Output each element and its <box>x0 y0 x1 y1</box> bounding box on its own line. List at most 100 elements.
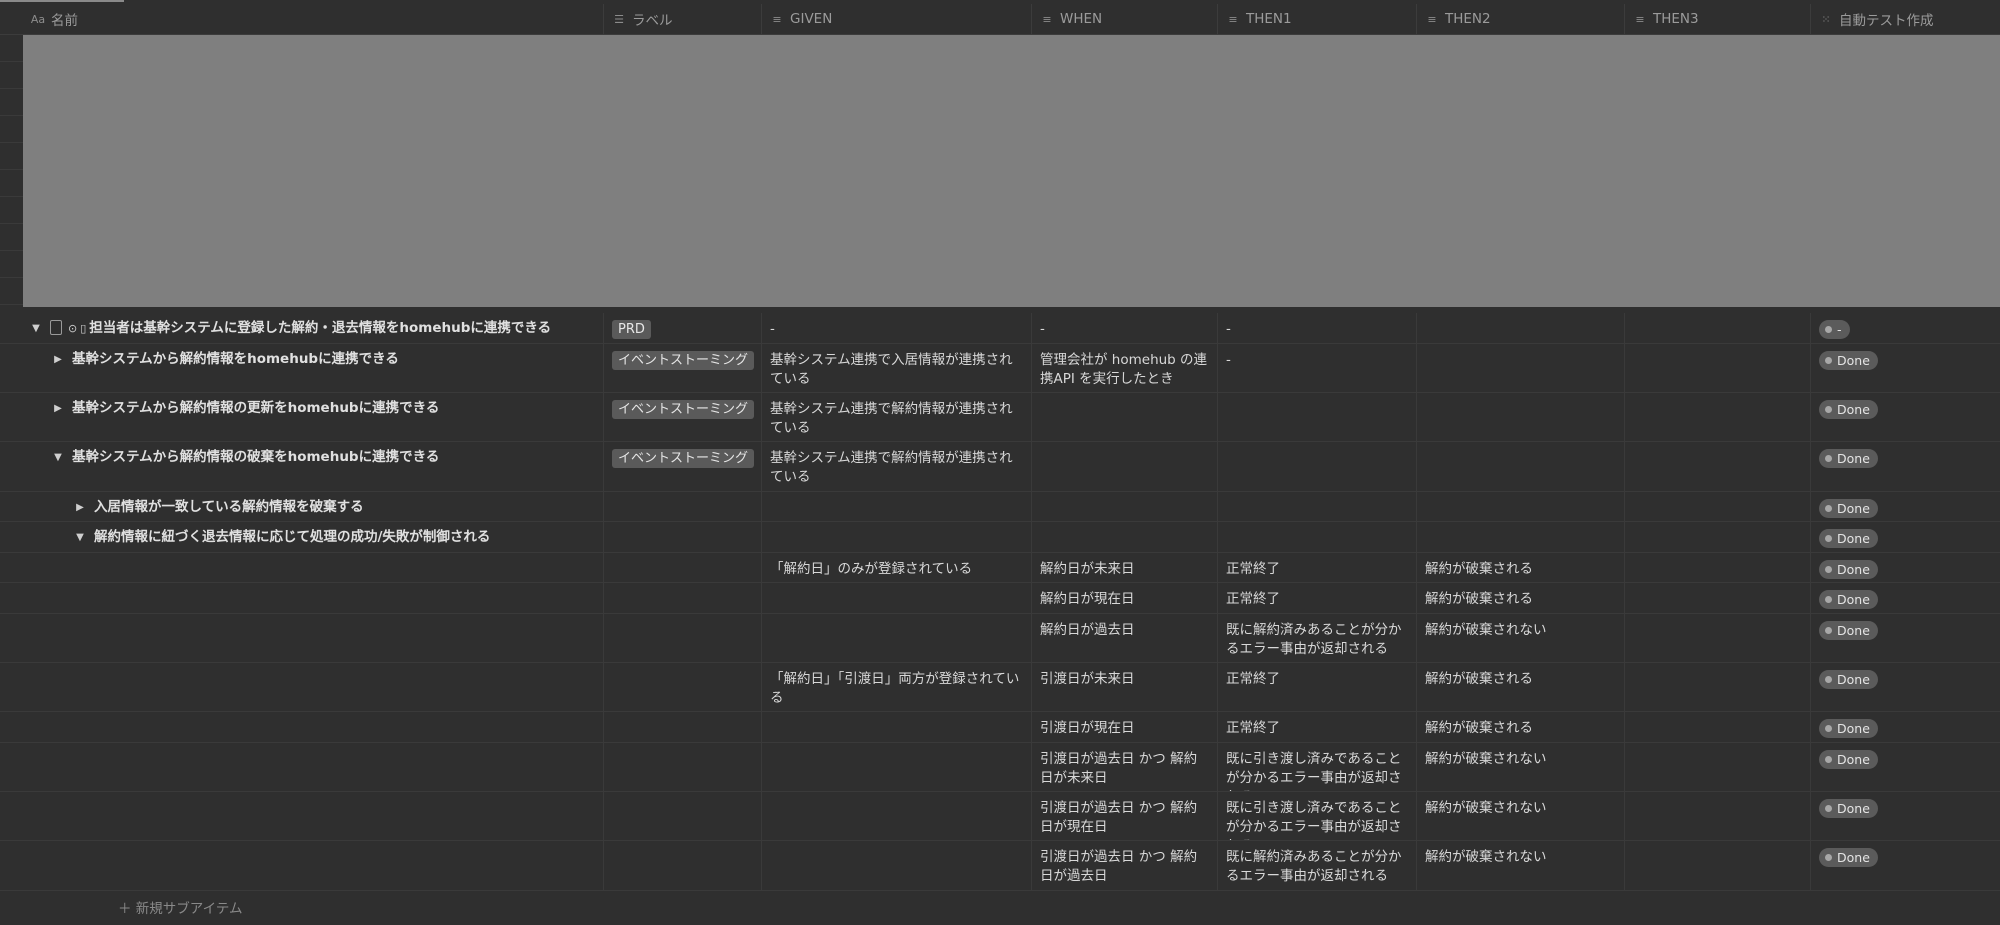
name-cell[interactable] <box>0 792 604 840</box>
row-title[interactable]: 基幹システムから解約情報をhomehubに連携できる <box>72 350 399 369</box>
name-cell[interactable]: ▶ 基幹システムから解約情報をhomehubに連携できる <box>0 344 604 392</box>
when-cell[interactable]: 引渡日が過去日 かつ 解約日が過去日 <box>1032 841 1218 890</box>
label-cell[interactable] <box>604 583 762 613</box>
given-cell[interactable] <box>762 792 1032 840</box>
then1-cell[interactable]: 正常終了 <box>1218 553 1417 582</box>
table-row[interactable]: 解約日が現在日 正常終了 解約が破棄される Done <box>0 583 2000 614</box>
given-cell[interactable]: 基幹システム連携で解約情報が連携されている <box>762 442 1032 491</box>
name-cell[interactable] <box>0 614 604 662</box>
table-row[interactable]: ▶ 基幹システムから解約情報の更新をhomehubに連携できる イベントストーミ… <box>0 393 2000 442</box>
autotest-cell[interactable]: Done <box>1811 553 2000 582</box>
when-cell[interactable] <box>1032 442 1218 491</box>
expand-toggle-icon[interactable]: ▶ <box>50 399 66 418</box>
column-header-given[interactable]: ≡ GIVEN <box>762 4 1032 34</box>
when-cell[interactable]: 管理会社が homehub の連携API を実行したとき <box>1032 344 1218 392</box>
expand-toggle-icon[interactable]: ▶ <box>72 498 88 517</box>
when-cell[interactable]: 解約日が未来日 <box>1032 553 1218 582</box>
collapse-toggle-icon[interactable]: ▼ <box>72 528 88 547</box>
then3-cell[interactable] <box>1625 492 1811 521</box>
label-cell[interactable] <box>604 553 762 582</box>
table-row[interactable]: 引渡日が現在日 正常終了 解約が破棄される Done <box>0 712 2000 743</box>
autotest-cell[interactable]: Done <box>1811 663 2000 711</box>
then2-cell[interactable]: 解約が破棄されない <box>1417 614 1625 662</box>
given-cell[interactable] <box>762 614 1032 662</box>
autotest-cell[interactable]: Done <box>1811 442 2000 491</box>
then3-cell[interactable] <box>1625 344 1811 392</box>
table-row[interactable]: 解約日が過去日 既に解約済みあることが分かるエラー事由が返却される 解約が破棄さ… <box>0 614 2000 663</box>
table-row[interactable]: 引渡日が過去日 かつ 解約日が過去日 既に解約済みあることが分かるエラー事由が返… <box>0 841 2000 891</box>
autotest-cell[interactable]: Done <box>1811 712 2000 742</box>
then1-cell[interactable] <box>1218 522 1417 552</box>
table-row[interactable]: 引渡日が過去日 かつ 解約日が現在日 既に引き渡し済みであることが分かるエラー事… <box>0 792 2000 841</box>
then2-cell[interactable] <box>1417 344 1625 392</box>
row-title[interactable]: 入居情報が一致している解約情報を破棄する <box>94 498 364 517</box>
table-row[interactable]: ▼ 解約情報に紐づく退去情報に応じて処理の成功/失敗が制御される Done <box>0 522 2000 553</box>
then2-cell[interactable]: 解約が破棄されない <box>1417 792 1625 840</box>
label-cell[interactable]: PRD <box>604 313 762 343</box>
table-row[interactable]: ▶ 基幹システムから解約情報をhomehubに連携できる イベントストーミング … <box>0 344 2000 393</box>
column-header-then2[interactable]: ≡ THEN2 <box>1417 4 1625 34</box>
then2-cell[interactable]: 解約が破棄される <box>1417 712 1625 742</box>
autotest-cell[interactable]: Done <box>1811 841 2000 890</box>
then3-cell[interactable] <box>1625 663 1811 711</box>
status-badge[interactable]: Done <box>1819 560 1878 579</box>
then1-cell[interactable]: 既に解約済みあることが分かるエラー事由が返却される <box>1218 614 1417 662</box>
then3-cell[interactable] <box>1625 743 1811 791</box>
label-cell[interactable] <box>604 712 762 742</box>
name-cell[interactable] <box>0 712 604 742</box>
then3-cell[interactable] <box>1625 614 1811 662</box>
label-cell[interactable]: イベントストーミング <box>604 442 762 491</box>
label-cell[interactable] <box>604 522 762 552</box>
then2-cell[interactable]: 解約が破棄されない <box>1417 743 1625 791</box>
when-cell[interactable] <box>1032 393 1218 441</box>
when-cell[interactable]: 引渡日が未来日 <box>1032 663 1218 711</box>
name-cell[interactable] <box>0 743 604 791</box>
status-badge[interactable]: Done <box>1819 719 1878 738</box>
then2-cell[interactable] <box>1417 492 1625 521</box>
then1-cell[interactable]: - <box>1218 313 1417 343</box>
autotest-cell[interactable]: Done <box>1811 743 2000 791</box>
given-cell[interactable]: 「解約日」「引渡日」両方が登録されている <box>762 663 1032 711</box>
row-title[interactable]: 解約情報に紐づく退去情報に応じて処理の成功/失敗が制御される <box>94 528 490 547</box>
then1-cell[interactable]: 正常終了 <box>1218 663 1417 711</box>
then3-cell[interactable] <box>1625 712 1811 742</box>
table-row[interactable]: ▶ 入居情報が一致している解約情報を破棄する Done <box>0 492 2000 522</box>
then1-cell[interactable]: 既に解約済みあることが分かるエラー事由が返却される <box>1218 841 1417 890</box>
name-cell[interactable]: ▶ 入居情報が一致している解約情報を破棄する <box>0 492 604 521</box>
column-header-when[interactable]: ≡ WHEN <box>1032 4 1218 34</box>
given-cell[interactable]: 基幹システム連携で入居情報が連携されている <box>762 344 1032 392</box>
given-cell[interactable] <box>762 583 1032 613</box>
label-cell[interactable] <box>604 492 762 521</box>
name-cell[interactable]: ▼ 基幹システムから解約情報の破棄をhomehubに連携できる <box>0 442 604 491</box>
then1-cell[interactable] <box>1218 492 1417 521</box>
then2-cell[interactable] <box>1417 313 1625 343</box>
name-cell[interactable]: ▶ 基幹システムから解約情報の更新をhomehubに連携できる <box>0 393 604 441</box>
column-header-then1[interactable]: ≡ THEN1 <box>1218 4 1417 34</box>
autotest-cell[interactable]: Done <box>1811 522 2000 552</box>
autotest-cell[interactable]: Done <box>1811 393 2000 441</box>
table-row[interactable]: 引渡日が過去日 かつ 解約日が未来日 既に引き渡し済みであることが分かるエラー事… <box>0 743 2000 792</box>
status-badge[interactable]: Done <box>1819 848 1878 867</box>
when-cell[interactable]: 解約日が現在日 <box>1032 583 1218 613</box>
then1-cell[interactable]: 既に引き渡し済みであることが分かるエラー事由が返却される <box>1218 792 1417 840</box>
then3-cell[interactable] <box>1625 442 1811 491</box>
given-cell[interactable]: 「解約日」のみが登録されている <box>762 553 1032 582</box>
status-badge[interactable]: Done <box>1819 351 1878 370</box>
row-title[interactable]: 基幹システムから解約情報の破棄をhomehubに連携できる <box>72 448 439 467</box>
expand-toggle-icon[interactable]: ▶ <box>50 350 66 369</box>
collapse-toggle-icon[interactable]: ▼ <box>50 448 66 467</box>
name-cell[interactable] <box>0 583 604 613</box>
then3-cell[interactable] <box>1625 393 1811 441</box>
row-title[interactable]: 担当者は基幹システムに登録した解約・退去情報をhomehubに連携できる <box>89 319 551 338</box>
given-cell[interactable]: - <box>762 313 1032 343</box>
given-cell[interactable] <box>762 492 1032 521</box>
then2-cell[interactable]: 解約が破棄される <box>1417 553 1625 582</box>
label-cell[interactable] <box>604 743 762 791</box>
then3-cell[interactable] <box>1625 553 1811 582</box>
table-row[interactable]: ▼ 基幹システムから解約情報の破棄をhomehubに連携できる イベントストーミ… <box>0 442 2000 492</box>
given-cell[interactable] <box>762 522 1032 552</box>
then2-cell[interactable]: 解約が破棄される <box>1417 663 1625 711</box>
then1-cell[interactable]: - <box>1218 344 1417 392</box>
when-cell[interactable]: 引渡日が過去日 かつ 解約日が現在日 <box>1032 792 1218 840</box>
when-cell[interactable] <box>1032 492 1218 521</box>
